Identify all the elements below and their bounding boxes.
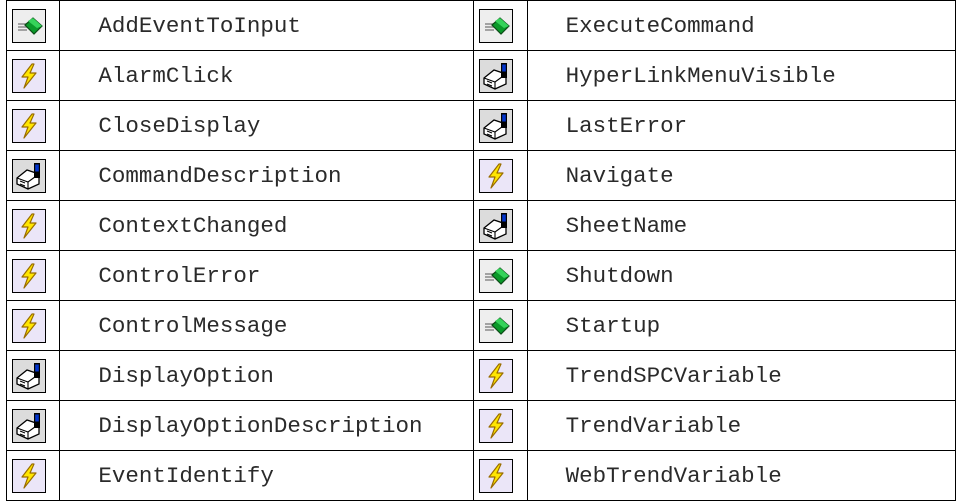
event-icon xyxy=(479,358,514,393)
table-row: DisplayOptionDescription TrendVariable xyxy=(5,400,956,451)
table-row: AlarmClick HyperLinkMenuVisible xyxy=(5,50,956,101)
member-icon-cell xyxy=(473,0,528,51)
member-name: CommandDescription xyxy=(59,150,475,201)
member-name: AddEventToInput xyxy=(59,0,475,51)
member-name: Navigate xyxy=(526,150,956,201)
member-name: AlarmClick xyxy=(59,50,475,101)
property-icon xyxy=(12,408,46,443)
event-icon xyxy=(479,158,514,193)
members-table: AddEventToInput ExecuteCommand AlarmClick H… xyxy=(5,0,956,501)
member-name: HyperLinkMenuVisible xyxy=(526,50,956,101)
method-icon xyxy=(12,8,46,43)
member-name: SheetName xyxy=(526,200,956,251)
member-icon-cell xyxy=(5,300,61,351)
method-icon xyxy=(479,308,514,343)
property-icon xyxy=(12,358,46,393)
member-icon-cell xyxy=(473,50,528,101)
member-icon-cell xyxy=(473,300,528,351)
table-row: DisplayOption TrendSPCVariable xyxy=(5,350,956,401)
member-icon-cell xyxy=(5,100,61,151)
member-icon-cell xyxy=(5,200,61,251)
member-name: TrendSPCVariable xyxy=(526,350,956,401)
member-icon-cell xyxy=(5,150,61,201)
table-row: CommandDescription Navigate xyxy=(5,150,956,201)
member-name: CloseDisplay xyxy=(59,100,475,151)
member-name: ControlMessage xyxy=(59,300,475,351)
member-icon-cell xyxy=(473,150,528,201)
member-icon-cell xyxy=(5,350,61,401)
table-row: ControlError Shutdown xyxy=(5,250,956,301)
member-icon-cell xyxy=(473,200,528,251)
member-name: Startup xyxy=(526,300,956,351)
event-icon xyxy=(479,408,514,443)
member-name: EventIdentify xyxy=(59,450,475,501)
property-icon xyxy=(479,58,514,93)
event-icon xyxy=(12,308,46,343)
member-icon-cell xyxy=(473,400,528,451)
member-name: TrendVariable xyxy=(526,400,956,451)
member-icon-cell xyxy=(473,450,528,501)
member-name: ContextChanged xyxy=(59,200,475,251)
event-icon xyxy=(12,258,46,293)
event-icon xyxy=(12,108,46,143)
event-icon xyxy=(12,208,46,243)
table-row: ControlMessage Startup xyxy=(5,300,956,351)
member-icon-cell xyxy=(473,250,528,301)
method-icon xyxy=(479,8,514,43)
members-table-body: AddEventToInput ExecuteCommand AlarmClick H… xyxy=(5,0,956,501)
member-icon-cell xyxy=(5,450,61,501)
event-icon xyxy=(479,458,514,493)
property-icon xyxy=(479,108,514,143)
table-row: EventIdentify WebTrendVariable xyxy=(5,450,956,501)
event-icon xyxy=(12,58,46,93)
table-row: ContextChanged SheetName xyxy=(5,200,956,251)
property-icon xyxy=(479,208,514,243)
member-icon-cell xyxy=(5,400,61,451)
method-icon xyxy=(479,258,514,293)
member-icon-cell xyxy=(473,350,528,401)
table-row: CloseDisplay LastError xyxy=(5,100,956,151)
member-name: Shutdown xyxy=(526,250,956,301)
property-icon xyxy=(12,158,46,193)
event-icon xyxy=(12,458,46,493)
member-name: DisplayOptionDescription xyxy=(59,400,475,451)
member-name: DisplayOption xyxy=(59,350,475,401)
member-icon-cell xyxy=(473,100,528,151)
table-row: AddEventToInput ExecuteCommand xyxy=(5,0,956,51)
member-icon-cell xyxy=(5,0,61,51)
member-name: WebTrendVariable xyxy=(526,450,956,501)
member-name: LastError xyxy=(526,100,956,151)
member-name: ExecuteCommand xyxy=(526,0,956,51)
member-icon-cell xyxy=(5,50,61,101)
member-name: ControlError xyxy=(59,250,475,301)
member-icon-cell xyxy=(5,250,61,301)
